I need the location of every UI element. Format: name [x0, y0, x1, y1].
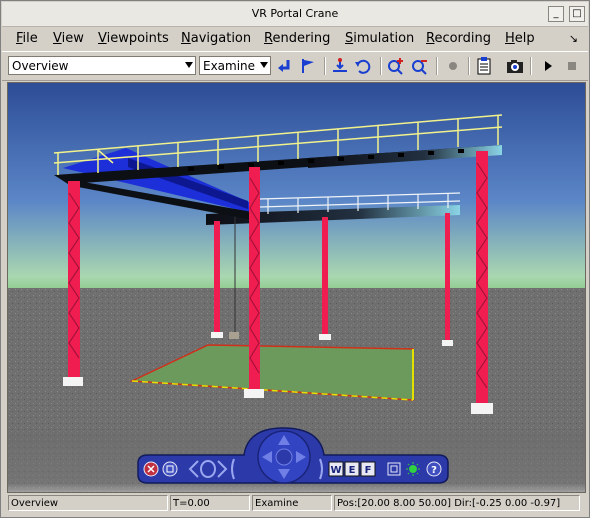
- chevron-down-icon: [260, 62, 268, 68]
- column-back-right: [445, 213, 450, 343]
- menu-help[interactable]: Help: [505, 31, 535, 46]
- toolbar-separator: [380, 57, 382, 75]
- zoom-in-icon: [388, 58, 403, 75]
- close-nav-button[interactable]: [143, 461, 159, 477]
- status-viewpoint: Overview: [8, 495, 168, 511]
- zoom-out-button[interactable]: [410, 56, 430, 76]
- zoom-in-button[interactable]: [386, 56, 406, 76]
- examine-mode-label: E: [349, 465, 356, 476]
- status-position: Pos:[20.00 8.00 50.00] Dir:[-0.25 0.00 -…: [334, 495, 580, 511]
- undo-move-button[interactable]: [353, 56, 373, 76]
- chevron-down-icon: [185, 62, 193, 68]
- scene-canvas[interactable]: W E F ?: [8, 83, 585, 492]
- toolbar-separator: [324, 57, 326, 75]
- play-icon: [545, 61, 552, 71]
- menu-rendering[interactable]: Rendering: [264, 31, 330, 46]
- undo-icon: [355, 59, 371, 74]
- 3d-viewport[interactable]: W E F ?: [7, 82, 586, 493]
- walk-mode-label: W: [330, 465, 341, 476]
- straighten-icon: [333, 58, 347, 72]
- navigation-mode-select[interactable]: Examine: [199, 56, 271, 75]
- toolbar-separator: [530, 57, 532, 75]
- window-title: VR Portal Crane: [251, 7, 339, 20]
- status-time: T=0.00: [170, 495, 250, 511]
- stop-icon: [568, 62, 576, 70]
- go-to-viewpoint-button[interactable]: [298, 56, 318, 76]
- menu-navigation[interactable]: Navigation: [181, 31, 251, 46]
- menu-file[interactable]: File: [16, 31, 38, 46]
- status-mode: Examine: [252, 495, 332, 511]
- application-window: VR Portal Crane _ □ File View Viewpoints…: [0, 0, 590, 518]
- hoist-hook: [229, 332, 239, 339]
- menu-viewpoints[interactable]: Viewpoints: [98, 31, 169, 46]
- screenshot-button[interactable]: [505, 56, 525, 76]
- play-button[interactable]: [538, 56, 558, 76]
- properties-button[interactable]: [474, 56, 494, 76]
- fly-mode-label: F: [365, 465, 372, 476]
- camera-icon: [507, 60, 523, 73]
- zoom-out-icon: [412, 60, 427, 75]
- toolbar: Overview Examine: [2, 51, 588, 81]
- return-to-viewpoint-button[interactable]: [275, 56, 295, 76]
- viewpoint-select-value: Overview: [12, 59, 69, 73]
- menu-recording[interactable]: Recording: [426, 31, 491, 46]
- viewpoint-select[interactable]: Overview: [8, 56, 196, 75]
- flag-icon: [302, 59, 314, 73]
- minimize-nav-button[interactable]: [162, 461, 178, 477]
- light-icon: [409, 465, 417, 473]
- toolbar-separator: [436, 57, 438, 75]
- menu-simulation[interactable]: Simulation: [345, 31, 414, 46]
- title-bar: VR Portal Crane _ □: [2, 2, 588, 27]
- return-arrow-icon: [278, 60, 290, 72]
- headlight-button[interactable]: [443, 56, 463, 76]
- navigation-mode-value: Examine: [203, 59, 256, 73]
- maximize-button[interactable]: □: [569, 6, 585, 22]
- toolbar-separator: [468, 57, 470, 75]
- status-bar: Overview T=0.00 Examine Pos:[20.00 8.00 …: [2, 494, 588, 514]
- dot-icon: [449, 62, 457, 70]
- help-nav-label: ?: [431, 465, 437, 476]
- minimize-button[interactable]: _: [548, 6, 564, 22]
- straighten-button[interactable]: [330, 56, 350, 76]
- stop-button[interactable]: [562, 56, 582, 76]
- column-back-left: [214, 221, 220, 336]
- clipboard-icon: [477, 57, 491, 75]
- menu-bar: File View Viewpoints Navigation Renderin…: [2, 27, 588, 49]
- undock-arrow-icon[interactable]: ↘: [569, 32, 578, 45]
- menu-view[interactable]: View: [53, 31, 84, 46]
- column-back-middle: [322, 217, 328, 337]
